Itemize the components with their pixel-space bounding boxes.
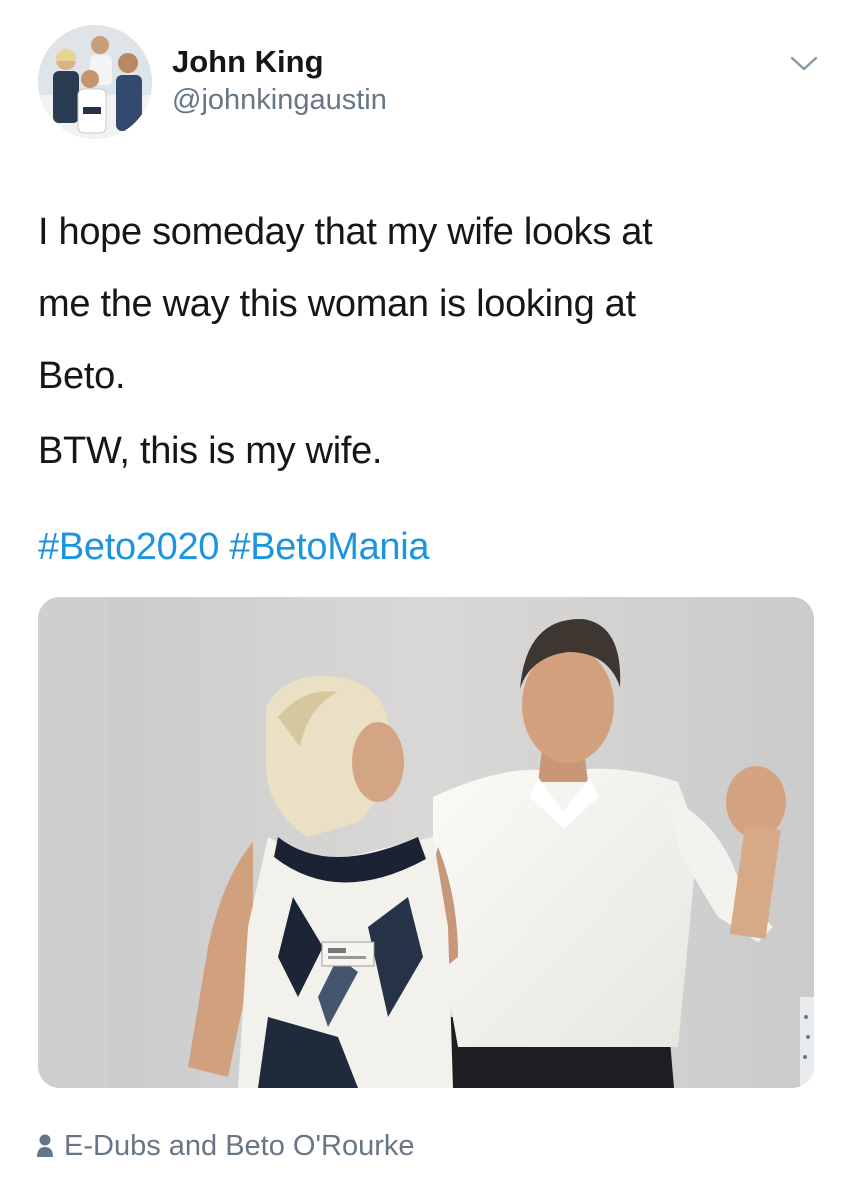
tweet-photo[interactable] [38, 597, 814, 1088]
tweet-card: John King @johnkingaustin I hope someday… [0, 0, 850, 1200]
tweet-text-line: Beto. [38, 355, 126, 397]
display-name[interactable]: John King [172, 44, 324, 80]
user-handle[interactable]: @johnkingaustin [172, 84, 387, 117]
avatar-photo [38, 25, 152, 139]
tagged-people[interactable]: E-Dubs and Beto O'Rourke [36, 1126, 415, 1166]
tweet-text-second-paragraph: BTW, this is my wife. [38, 430, 383, 472]
tagged-people-text: E-Dubs and Beto O'Rourke [64, 1129, 415, 1162]
photo-illustration [38, 597, 814, 1088]
hashtag-link[interactable]: #BetoMania [229, 526, 429, 568]
chevron-down-icon[interactable] [789, 52, 819, 74]
tweet-text: I hope someday that my wife looks at me … [38, 196, 818, 412]
hashtag-link[interactable]: #Beto2020 [38, 526, 219, 568]
person-icon [36, 1133, 54, 1159]
tweet-text-line: I hope someday that my wife looks at [38, 211, 653, 253]
hashtag-line: #Beto2020 #BetoMania [38, 522, 430, 572]
tweet-text-line: me the way this woman is looking at [38, 283, 636, 325]
user-avatar[interactable] [38, 25, 152, 139]
